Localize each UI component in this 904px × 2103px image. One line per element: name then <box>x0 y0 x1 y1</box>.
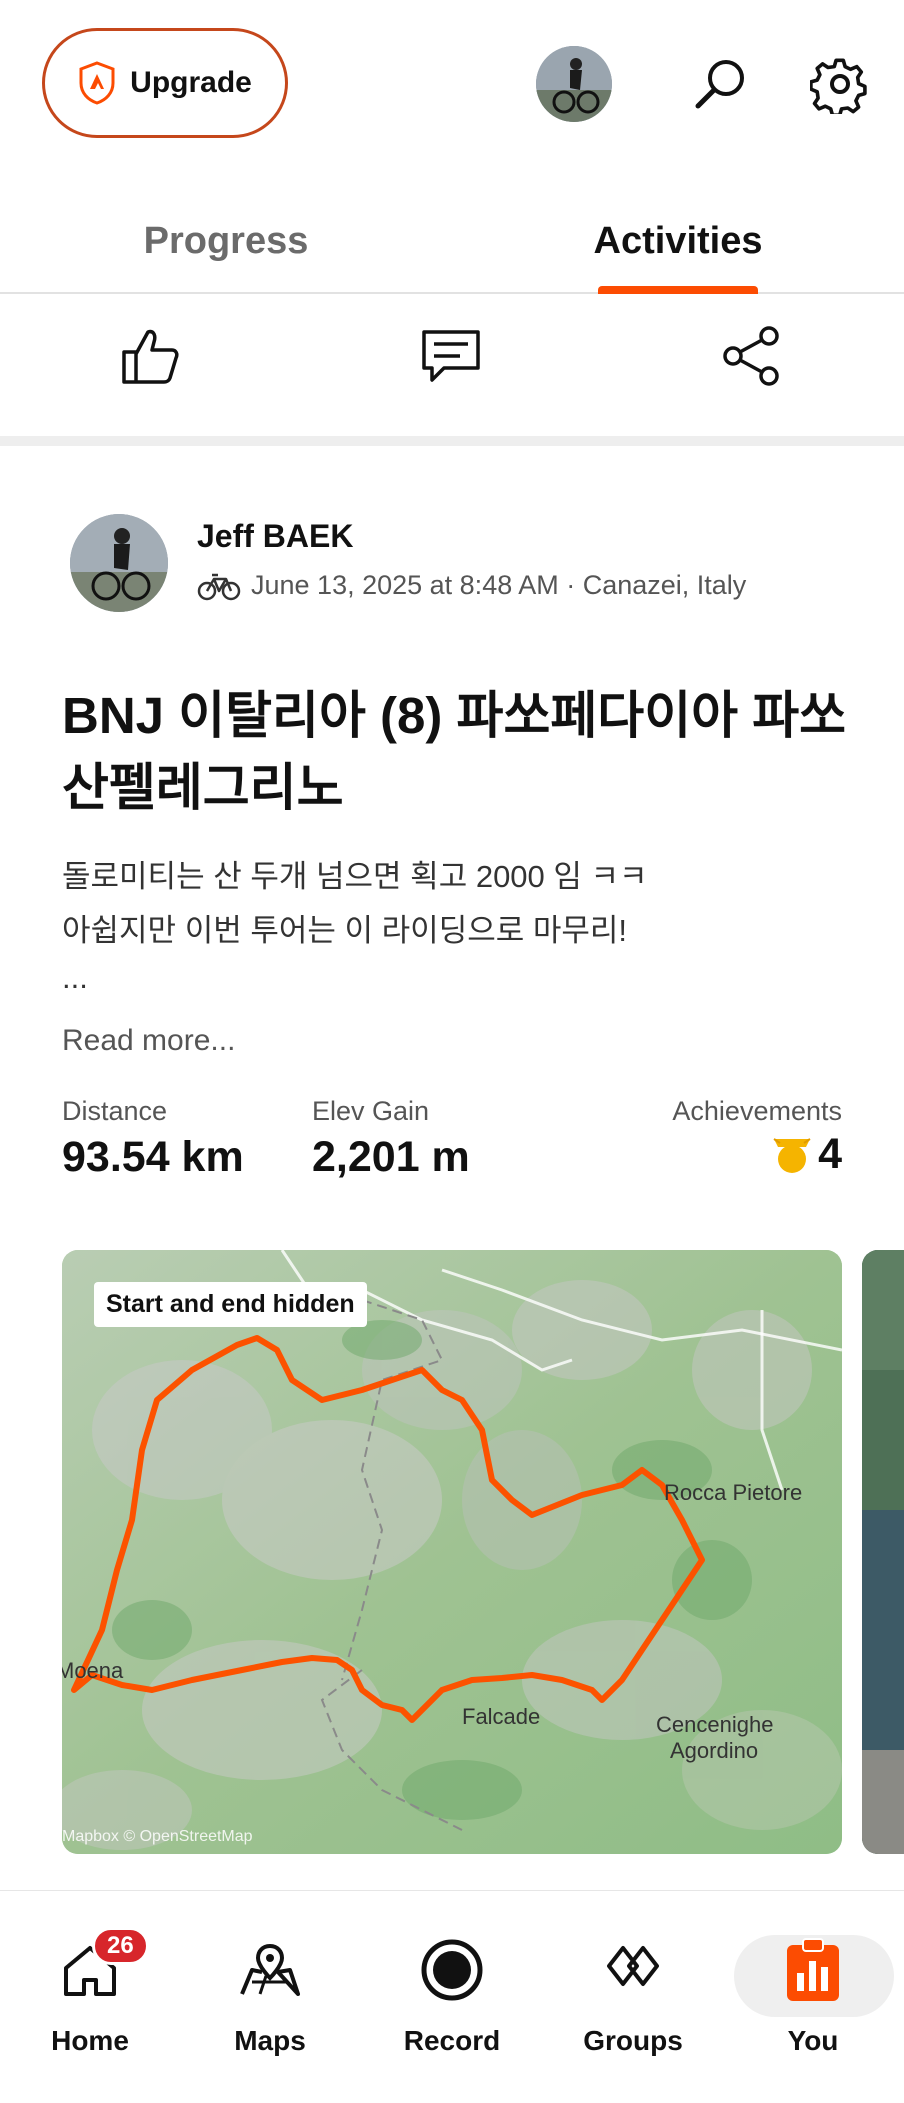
elev-gain-value: 2,201 m <box>312 1133 470 1181</box>
map-attribution[interactable]: Mapbox © OpenStreetMap <box>62 1828 253 1846</box>
nav-record[interactable]: Record <box>377 1931 527 2071</box>
share-button[interactable] <box>702 306 802 406</box>
athlete-photo <box>70 514 168 612</box>
tab-activities[interactable]: Activities <box>452 190 904 292</box>
description-line-2: 아쉽지만 이번 투어는 이 라이딩으로 마무리! <box>62 913 628 948</box>
comment-icon <box>422 330 480 382</box>
distance-value: 93.54 km <box>62 1133 244 1181</box>
you-stats-icon <box>787 1938 839 2001</box>
you-icon-wrap <box>780 1937 846 2003</box>
start-end-hidden-badge: Start and end hidden <box>94 1282 367 1327</box>
nav-groups[interactable]: Groups <box>558 1931 708 2071</box>
profile-avatar[interactable] <box>536 46 612 122</box>
activity-date-location: June 13, 2025 at 8:48 AM · Canazei, Ital… <box>251 570 747 600</box>
upgrade-button[interactable]: Upgrade <box>42 28 288 138</box>
elev-gain-label: Elev Gain <box>312 1096 430 1126</box>
nav-maps-label: Maps <box>234 2025 306 2056</box>
place-cencenighe: Cencenighe <box>656 1712 773 1737</box>
map-graphic: Rocca Pietore Falcade Cencenighe Agordin… <box>62 1250 842 1854</box>
trophy-icon <box>773 1137 811 1173</box>
gear-icon <box>810 58 867 114</box>
activity-map[interactable]: Rocca Pietore Falcade Cencenighe Agordin… <box>62 1250 842 1854</box>
thumbs-up-icon <box>122 329 179 384</box>
strava-shield-icon <box>79 61 115 105</box>
activity-description: 돌로미티는 산 두개 넘으면 획고 2000 임 ㅋㅋ 아쉽지만 이번 투어는 … <box>62 850 862 998</box>
active-tab-indicator <box>598 286 758 294</box>
description-ellipsis: ... <box>62 960 88 995</box>
nav-home-label: Home <box>51 2025 129 2056</box>
activity-title[interactable]: BNJ 이탈리아 (8) 파쏘페다이아 파쏘산펠레그리노 <box>62 680 862 824</box>
tab-bar: Progress Activities <box>0 190 904 294</box>
achievements-label: Achievements <box>672 1096 842 1126</box>
nav-groups-label: Groups <box>583 2025 683 2056</box>
bottom-navigation: Home 26 Maps Record Groups You <box>0 1890 904 2103</box>
search-button[interactable] <box>680 44 760 124</box>
description-line-1: 돌로미티는 산 두개 넘으면 획고 2000 임 ㅋㅋ <box>62 859 648 894</box>
place-agordino: Agordino <box>670 1738 758 1763</box>
nav-record-label: Record <box>403 2025 501 2056</box>
photo-image <box>862 1250 904 1854</box>
achievements[interactable]: 4 <box>770 1130 842 1179</box>
record-icon <box>421 1939 483 2001</box>
upgrade-label: Upgrade <box>130 66 252 99</box>
groups-icon <box>607 1946 659 1986</box>
place-falcade: Falcade <box>462 1704 540 1729</box>
nav-you[interactable]: You <box>738 1931 888 2071</box>
athlete-name[interactable]: Jeff BAEK <box>197 518 353 555</box>
nav-maps[interactable]: Maps <box>195 1931 345 2071</box>
groups-icon-wrap <box>600 1937 666 2003</box>
activity-meta: June 13, 2025 at 8:48 AM · Canazei, Ital… <box>197 570 746 601</box>
top-bar: Upgrade <box>0 0 904 168</box>
maps-icon <box>240 1943 300 1996</box>
comment-button[interactable] <box>401 306 501 406</box>
distance-label: Distance <box>62 1096 168 1126</box>
activity-photo-thumbnail[interactable] <box>862 1250 904 1854</box>
home-notification-badge: 26 <box>92 1927 149 1965</box>
achievements-count: 4 <box>818 1130 842 1178</box>
share-icon <box>723 326 779 386</box>
place-rocca-pietore: Rocca Pietore <box>664 1480 802 1505</box>
search-icon <box>695 60 744 109</box>
tab-progress[interactable]: Progress <box>0 190 452 292</box>
settings-button[interactable] <box>800 44 880 124</box>
record-icon-wrap <box>419 1937 485 2003</box>
read-more-link[interactable]: Read more... <box>62 1024 235 1058</box>
athlete-avatar[interactable] <box>70 514 168 612</box>
kudos-button[interactable] <box>100 306 200 406</box>
place-moena: Moena <box>62 1658 124 1683</box>
bike-icon <box>197 573 241 600</box>
feed-divider <box>0 436 904 446</box>
maps-icon-wrap <box>237 1937 303 2003</box>
nav-you-label: You <box>787 2025 839 2056</box>
previous-activity-actions <box>0 296 904 436</box>
avatar-photo <box>536 46 612 122</box>
